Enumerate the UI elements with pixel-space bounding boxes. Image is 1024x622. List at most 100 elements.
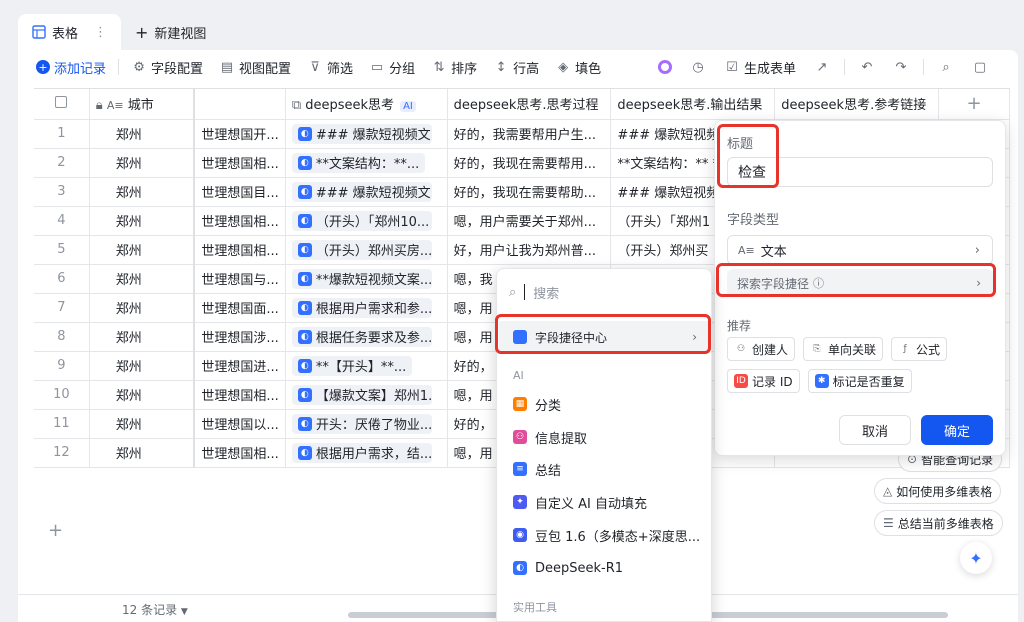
menu-item-doubao[interactable]: ◉ 豆包 1.6（多模态+深度思... [513, 524, 703, 546]
field-type-select[interactable]: A≡ 文本 › [727, 235, 993, 265]
cell-city[interactable]: 郑州 [89, 177, 196, 207]
cell-process[interactable]: 好的，我需要帮用户生... [447, 119, 612, 149]
cell-deepseek[interactable]: ◐ 【爆款文案】郑州1... [285, 380, 448, 410]
filter-button[interactable]: ⊽ 筛选 [299, 54, 361, 80]
cell-deepseek[interactable]: ◐ 根据任务要求及参... [285, 322, 448, 352]
explore-shortcuts-button[interactable]: 探索字段捷径 ⓘ › [727, 269, 993, 297]
cell-deepseek[interactable]: ◐ **【开头】**... [285, 351, 448, 381]
fill-color-button[interactable]: ◈ 填色 [547, 54, 609, 80]
cell-deepseek[interactable]: ◐ ### 爆款短视频文... [285, 119, 448, 149]
column-header-prompt[interactable] [194, 89, 286, 120]
title-input[interactable]: 检查 [727, 157, 993, 187]
chip-record-id[interactable]: ID 记录 ID [727, 369, 800, 393]
cell-prompt[interactable]: 世理想国进... [194, 351, 286, 381]
sort-button[interactable]: ⇅ 排序 [423, 54, 485, 80]
view-config-button[interactable]: ▤ 视图配置 [211, 54, 299, 80]
ai-sparkle-button[interactable]: ✦ [960, 542, 992, 574]
redo-icon[interactable]: ↷ [885, 54, 917, 80]
deepseek-pill-text: （开头）「郑州10... [315, 215, 430, 230]
cancel-button[interactable]: 取消 [839, 415, 911, 445]
cell-prompt[interactable]: 世理想国相... [194, 235, 286, 265]
cell-prompt[interactable]: 世理想国目... [194, 177, 286, 207]
column-header-deepseek[interactable]: ⧉ deepseek思考 AI [285, 89, 448, 120]
deepseek-pill: ◐ 开头：厌倦了物业... [291, 413, 432, 434]
field-config-button[interactable]: ⚙ 字段配置 [123, 54, 211, 80]
record-count[interactable]: 12 条记录 ▼ [122, 601, 188, 618]
cell-prompt[interactable]: 世理想国面... [194, 293, 286, 323]
cell-prompt[interactable]: 世理想国涉... [194, 322, 286, 352]
cell-city[interactable]: 郑州 [89, 119, 196, 149]
cell-deepseek[interactable]: ◐ ### 爆款短视频文... [285, 177, 448, 207]
cell-prompt[interactable]: 世理想国相... [194, 380, 286, 410]
cell-city[interactable]: 郑州 [89, 206, 196, 236]
ai-assistant-icon[interactable] [650, 54, 680, 80]
column-header-output[interactable]: deepseek思考.输出结果 [610, 89, 776, 120]
menu-item-classify[interactable]: ▦ 分类 [513, 393, 703, 415]
comment-icon[interactable]: ▢ [964, 54, 996, 80]
deepseek-icon: ◐ [513, 561, 527, 575]
cell-deepseek[interactable]: ◐ （开头）「郑州10... [285, 206, 448, 236]
column-header-city[interactable]: 🔒︎ A≡ 城市 [89, 89, 196, 120]
chip-formula[interactable]: ƒ 公式 [891, 337, 948, 361]
cell-prompt[interactable]: 世理想国以... [194, 409, 286, 439]
row-height-button[interactable]: ↕ 行高 [485, 54, 547, 80]
cell-process[interactable]: 好的，我现在需要帮助... [447, 177, 612, 207]
column-header-links[interactable]: deepseek思考.参考链接 [774, 89, 940, 120]
cell-prompt[interactable]: 世理想国与... [194, 264, 286, 294]
tab-table[interactable]: 表格 ⋮ [18, 14, 122, 50]
cell-deepseek[interactable]: ◐ （开头）郑州买房... [285, 235, 448, 265]
share-icon[interactable]: ↗ [806, 54, 838, 80]
cell-city[interactable]: 郑州 [89, 380, 196, 410]
list-icon: ☰ [883, 516, 894, 530]
confirm-button[interactable]: 确定 [921, 415, 993, 445]
cell-city[interactable]: 郑州 [89, 148, 196, 178]
cell-process[interactable]: 好，用户让我为郑州普... [447, 235, 612, 265]
new-view-button[interactable]: + 新建视图 [127, 23, 214, 42]
cell-process[interactable]: 嗯，用户需要关于郑州... [447, 206, 612, 236]
cell-prompt[interactable]: 世理想国开... [194, 119, 286, 149]
how-to-use-button[interactable]: ◬ 如何使用多维表格 [874, 478, 1002, 504]
undo-icon[interactable]: ↶ [851, 54, 883, 80]
cell-city[interactable]: 郑州 [89, 264, 196, 294]
group-button[interactable]: ▭ 分组 [361, 54, 423, 80]
deepseek-pill: ◐ （开头）郑州买房... [291, 239, 432, 260]
cell-city[interactable]: 郑州 [89, 293, 196, 323]
add-record-button[interactable]: + 添加记录 [36, 54, 114, 80]
menu-item-deepseek[interactable]: ◐ DeepSeek-R1 [513, 557, 703, 579]
cell-deepseek[interactable]: ◐ 根据用户需求和参... [285, 293, 448, 323]
cell-process[interactable]: 好的，我现在需要帮用... [447, 148, 612, 178]
shortcut-center-item[interactable]: 字段捷径中心 › [499, 321, 711, 353]
cell-prompt[interactable]: 世理想国相... [194, 148, 286, 178]
cell-deepseek[interactable]: ◐ 根据用户需求，结... [285, 438, 448, 468]
summarize-table-button[interactable]: ☰ 总结当前多维表格 [874, 510, 1003, 536]
add-column-button[interactable]: + [938, 89, 1010, 120]
select-all-checkbox[interactable] [34, 89, 90, 120]
cell-city[interactable]: 郑州 [89, 351, 196, 381]
cell-city[interactable]: 郑州 [89, 438, 196, 468]
caret-down-icon: ▼ [180, 607, 188, 617]
column-header-deepseek-label: deepseek思考 [305, 98, 395, 114]
cell-deepseek[interactable]: ◐ **文案结构：**... [285, 148, 448, 178]
cell-deepseek[interactable]: ◐ **爆款短视频文案... [285, 264, 448, 294]
cell-prompt[interactable]: 世理想国相... [194, 438, 286, 468]
add-row-button[interactable]: + [48, 520, 63, 541]
menu-item-custom-ai[interactable]: ✦ 自定义 AI 自动填充 [513, 491, 703, 513]
more-vertical-icon[interactable]: ⋮ [94, 25, 107, 40]
menu-item-summary[interactable]: ≡ 总结 [513, 458, 703, 480]
generate-form-button[interactable]: ☑ 生成表单 [716, 54, 804, 80]
dropdown-search[interactable]: ⌕ 搜索 [509, 281, 559, 303]
column-header-links-label: deepseek思考.参考链接 [781, 98, 927, 114]
chip-creator[interactable]: ⚇ 创建人 [727, 337, 796, 361]
column-header-process[interactable]: deepseek思考.思考过程 [447, 89, 612, 120]
cell-city[interactable]: 郑州 [89, 409, 196, 439]
cell-deepseek[interactable]: ◐ 开头：厌倦了物业... [285, 409, 448, 439]
field-config-panel: 标题 检查 字段类型 A≡ 文本 › 探索字段捷径 ⓘ › 推荐 ⚇ 创建人 ⎘ 单… [714, 120, 1006, 456]
search-table-icon[interactable]: ⌕ [930, 54, 962, 80]
history-icon[interactable]: ◷ [682, 54, 714, 80]
cell-city[interactable]: 郑州 [89, 235, 196, 265]
chip-one-way-link[interactable]: ⎘ 单向关联 [803, 337, 884, 361]
cell-prompt[interactable]: 世理想国相... [194, 206, 286, 236]
cell-city[interactable]: 郑州 [89, 322, 196, 352]
menu-item-extract[interactable]: ⚇ 信息提取 [513, 426, 703, 448]
chip-mark-duplicate[interactable]: ✱ 标记是否重复 [807, 369, 912, 393]
